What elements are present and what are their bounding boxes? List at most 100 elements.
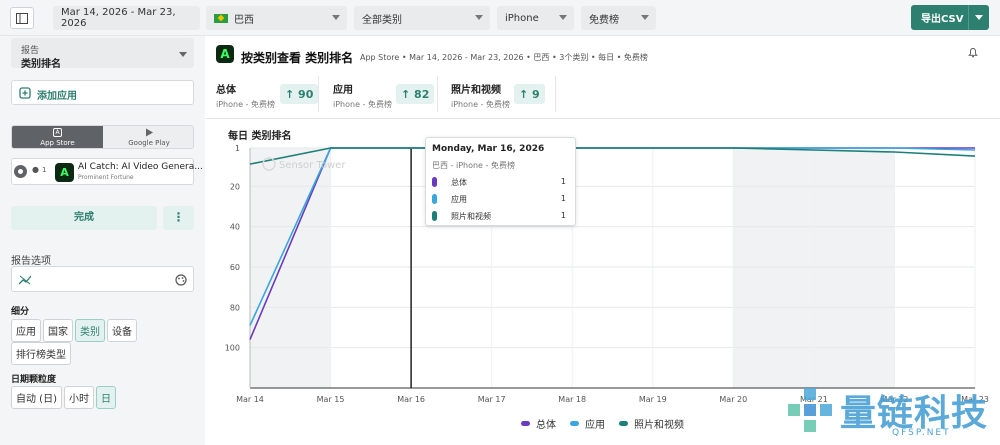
tooltip-row-apps: 应用 1 (432, 193, 572, 205)
granularity-label: 日期颗粒度 (11, 375, 57, 385)
add-app-button[interactable]: 添加应用 (11, 80, 194, 105)
top-toolbar: Mar 14, 2026 - Mar 23, 2026 巴西 全部类别 iPho… (0, 0, 1000, 36)
y-tick-label: 40 (230, 223, 240, 232)
legend-label: 总体 (536, 420, 556, 431)
tab-app-store[interactable]: A App Store (12, 126, 103, 148)
page-subtitle: App Store • Mar 14, 2026 - Mar 23, 2026 … (360, 53, 648, 62)
device-value: iPhone (505, 12, 539, 24)
tab-google-play-label: Google Play (128, 139, 170, 147)
legend-swatch (619, 421, 628, 426)
report-select[interactable]: 报告 类别排名 (11, 38, 194, 70)
x-tick-label: Mar 15 (317, 395, 345, 404)
x-tick-label: Mar 19 (639, 395, 667, 404)
google-play-icon (146, 128, 153, 137)
trend-line-icon (19, 275, 31, 285)
date-range-picker[interactable]: Mar 14, 2026 - Mar 23, 2026 (53, 6, 200, 30)
device-select[interactable]: iPhone (497, 6, 574, 30)
kpi-apps: 应用 iPhone - 免费榜 ↑ 82 (333, 81, 435, 110)
rank-line-chart[interactable]: 1 20 40 60 80 100 Mar 14 Mar 15 Mar 16 Mar 17 Mar… (205, 136, 1000, 406)
chip-day[interactable]: 日 (95, 386, 116, 409)
kpi-title: 照片和视频 (451, 85, 501, 96)
kpi-photo-video: 照片和视频 iPhone - 免费榜 ↑ 9 (451, 81, 545, 110)
kpi-rank-badge: ↑ 82 (396, 84, 435, 104)
tooltip-swatch (432, 211, 437, 221)
kpi-divider (555, 76, 556, 112)
tab-google-play[interactable]: Google Play (103, 126, 193, 148)
x-tick-label: Mar 14 (236, 395, 264, 404)
legend-item-apps[interactable]: 应用 (570, 416, 605, 431)
y-tick-label: 80 (230, 303, 240, 312)
legend-item-overall[interactable]: 总体 (521, 416, 556, 431)
header-divider (205, 118, 1000, 119)
logo-url: QFSP.NET (892, 428, 951, 438)
y-tick-label: 1 (235, 144, 240, 153)
chip-country[interactable]: 国家 (43, 319, 73, 342)
legend-label: 应用 (585, 420, 605, 431)
app-name: AI Catch: AI Video Genera... (78, 162, 203, 172)
legend-item-photo-video[interactable]: 照片和视频 (619, 416, 684, 431)
granularity-chips: 自动 (日) 小时日 (11, 386, 118, 409)
chevron-down-icon (475, 15, 483, 20)
export-csv-button[interactable]: 导出CSV (911, 5, 989, 30)
country-select[interactable]: 巴西 (206, 6, 347, 30)
chevron-down-icon (559, 15, 567, 20)
selected-app-row[interactable]: ● 1 A AI Catch: AI Video Genera... Promi… (11, 158, 203, 185)
vertical-ellipsis-icon: ⋮ (172, 210, 185, 224)
kpi-divider (437, 76, 438, 112)
sensor-tower-watermark: Sensor Tower (279, 160, 346, 171)
sidebar-toggle-button[interactable] (10, 7, 34, 29)
tooltip-context: 巴西 - iPhone - 免费榜 (432, 161, 515, 170)
app-publisher: Prominent Fortune (78, 174, 134, 181)
kpi-title: 应用 (333, 85, 353, 96)
export-csv-label: 导出CSV (921, 14, 964, 25)
legend-swatch (521, 421, 530, 426)
chevron-down-icon (641, 15, 649, 20)
add-app-icon (19, 87, 31, 99)
report-value: 类别排名 (21, 59, 61, 70)
category-value: 全部类别 (362, 14, 402, 26)
chip-category[interactable]: 类别 (75, 319, 105, 342)
tooltip-date: Monday, Mar 16, 2026 (432, 144, 545, 154)
date-range-value: Mar 14, 2026 - Mar 23, 2026 (61, 7, 176, 29)
weekend-shade (250, 148, 331, 388)
report-options-label: 报告选项 (11, 256, 51, 267)
chip-chart-type[interactable]: 排行榜类型 (11, 342, 71, 365)
more-options-button[interactable]: ⋮ (163, 206, 194, 230)
x-tick-label: Mar 17 (478, 395, 506, 404)
export-options-dropdown[interactable] (969, 5, 989, 30)
chip-auto-day[interactable]: 自动 (日) (11, 386, 62, 409)
chip-device[interactable]: 设备 (107, 319, 137, 342)
kpi-overall: 总体 iPhone - 免费榜 ↑ 90 (216, 81, 319, 110)
app-rank-badge: 1 (42, 166, 47, 174)
caret-down-icon (975, 15, 983, 20)
chevron-down-icon (179, 52, 187, 57)
category-select[interactable]: 全部类别 (354, 6, 490, 30)
x-tick-label: Mar 16 (397, 395, 425, 404)
store-tabs: A App Store Google Play (11, 125, 194, 149)
chip-hour[interactable]: 小时 (63, 386, 94, 409)
tooltip-label: 总体 (451, 178, 467, 187)
app-toggle[interactable] (14, 165, 27, 178)
country-value: 巴西 (234, 14, 254, 26)
y-tick-label: 100 (225, 344, 240, 353)
legend-label: 照片和视频 (634, 420, 684, 431)
brazil-flag-icon (214, 13, 228, 23)
apple-icon: ● (32, 165, 39, 174)
kpi-title: 总体 (216, 85, 236, 96)
add-app-label: 添加应用 (37, 91, 77, 102)
chart-type-chip-row: 排行榜类型 (11, 342, 73, 365)
bell-icon[interactable] (968, 47, 978, 58)
done-button[interactable]: 完成 (11, 206, 157, 230)
palette-icon[interactable] (175, 274, 187, 286)
tooltip-label: 照片和视频 (451, 212, 491, 221)
breakdown-chips: 应用 国家 类别 设备 (11, 319, 139, 342)
kpi-subtitle: iPhone - 免费榜 (451, 100, 510, 109)
kpi-divider (318, 76, 319, 112)
chart-type-select[interactable]: 免费榜 (581, 6, 656, 30)
report-options-field[interactable] (11, 266, 194, 292)
x-tick-label: Mar 18 (558, 395, 586, 404)
chevron-down-icon (332, 15, 340, 20)
tooltip-row-photo-video: 照片和视频 1 (432, 210, 572, 222)
kpi-subtitle: iPhone - 免费榜 (216, 100, 275, 109)
chip-app[interactable]: 应用 (11, 319, 41, 342)
